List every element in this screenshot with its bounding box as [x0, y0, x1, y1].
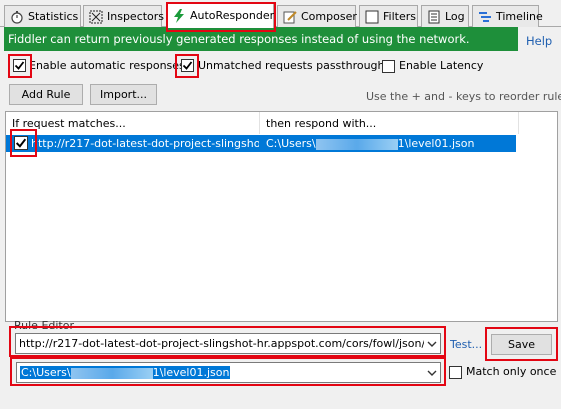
add-rule-button[interactable]: Add Rule: [9, 84, 83, 105]
respond-suffix: 1\level01.json: [397, 137, 475, 150]
stopwatch-icon: [10, 10, 24, 24]
response-combo[interactable]: C:\Users\ 1\level01.json: [16, 362, 441, 383]
respond-prefix: C:\Users\: [266, 137, 316, 150]
match-combo[interactable]: http://r217-dot-latest-dot-project-sling…: [15, 333, 441, 354]
import-button[interactable]: Import...: [90, 84, 157, 105]
checkmark-icon: [182, 61, 193, 70]
chevron-down-icon[interactable]: [424, 341, 440, 347]
reorder-hint: Use the + and - keys to reorder rules.: [366, 90, 561, 103]
enable-latency-checkbox[interactable]: [382, 60, 395, 73]
timeline-icon: [478, 10, 492, 24]
tab-label: Timeline: [496, 10, 543, 23]
redacted-username: [70, 367, 153, 379]
log-icon: [427, 10, 441, 24]
table-row[interactable]: http://r217-dot-latest-dot-project-sling…: [6, 135, 516, 152]
tab-label: Statistics: [28, 10, 79, 23]
column-header-match[interactable]: If request matches...: [6, 112, 260, 134]
pencil-icon: [283, 10, 297, 24]
enable-automatic-responses-checkbox[interactable]: [13, 59, 26, 72]
tab-log[interactable]: Log: [421, 5, 469, 27]
response-value: C:\Users\ 1\level01.json: [17, 366, 424, 379]
unmatched-passthrough-checkbox[interactable]: [181, 59, 194, 72]
checkmark-icon: [14, 61, 25, 70]
enable-automatic-responses-label[interactable]: Enable automatic responses: [29, 59, 185, 72]
enable-latency-label[interactable]: Enable Latency: [399, 59, 483, 72]
response-suffix: 1\level01.json: [152, 366, 230, 379]
save-button[interactable]: Save: [491, 334, 552, 355]
info-bar-text: Fiddler can return previously generated …: [8, 32, 470, 46]
rule-match-cell: http://r217-dot-latest-dot-project-sling…: [31, 137, 259, 150]
help-link[interactable]: Help: [526, 34, 552, 48]
response-prefix: C:\Users\: [21, 366, 71, 379]
unmatched-passthrough-label[interactable]: Unmatched requests passthrough: [198, 59, 385, 72]
checkmark-icon: [15, 138, 27, 148]
lightning-icon: [172, 8, 186, 23]
rule-respond-cell: C:\Users\ 1\level01.json: [266, 137, 474, 150]
tab-label: Filters: [383, 10, 416, 23]
tab-label: AutoResponder: [190, 9, 275, 22]
match-only-once-label[interactable]: Match only once: [466, 365, 556, 378]
tab-composer[interactable]: Composer: [277, 5, 357, 27]
rules-list[interactable]: If request matches... then respond with.…: [5, 111, 558, 322]
tab-statistics[interactable]: Statistics: [4, 5, 81, 27]
tab-label: Composer: [301, 10, 357, 23]
match-value: http://r217-dot-latest-dot-project-sling…: [19, 337, 424, 350]
tab-label: Log: [445, 10, 465, 23]
chevron-down-icon[interactable]: [424, 370, 440, 376]
info-bar: Fiddler can return previously generated …: [4, 27, 518, 51]
match-only-once-checkbox[interactable]: [449, 366, 462, 379]
rule-enabled-checkbox[interactable]: [14, 136, 28, 150]
tab-label: Inspectors: [107, 10, 165, 23]
tab-inspectors[interactable]: Inspectors: [83, 5, 165, 27]
redacted-username: [315, 138, 398, 150]
inspector-icon: [89, 10, 103, 24]
checkbox-icon: [365, 10, 379, 24]
tab-timeline[interactable]: Timeline: [472, 5, 543, 27]
test-link[interactable]: Test...: [450, 338, 482, 351]
tab-filters[interactable]: Filters: [359, 5, 418, 27]
tab-autoresponder[interactable]: AutoResponder: [166, 2, 274, 28]
column-header-respond[interactable]: then respond with...: [260, 112, 519, 134]
rule-editor-label: Rule Editor: [14, 319, 74, 332]
